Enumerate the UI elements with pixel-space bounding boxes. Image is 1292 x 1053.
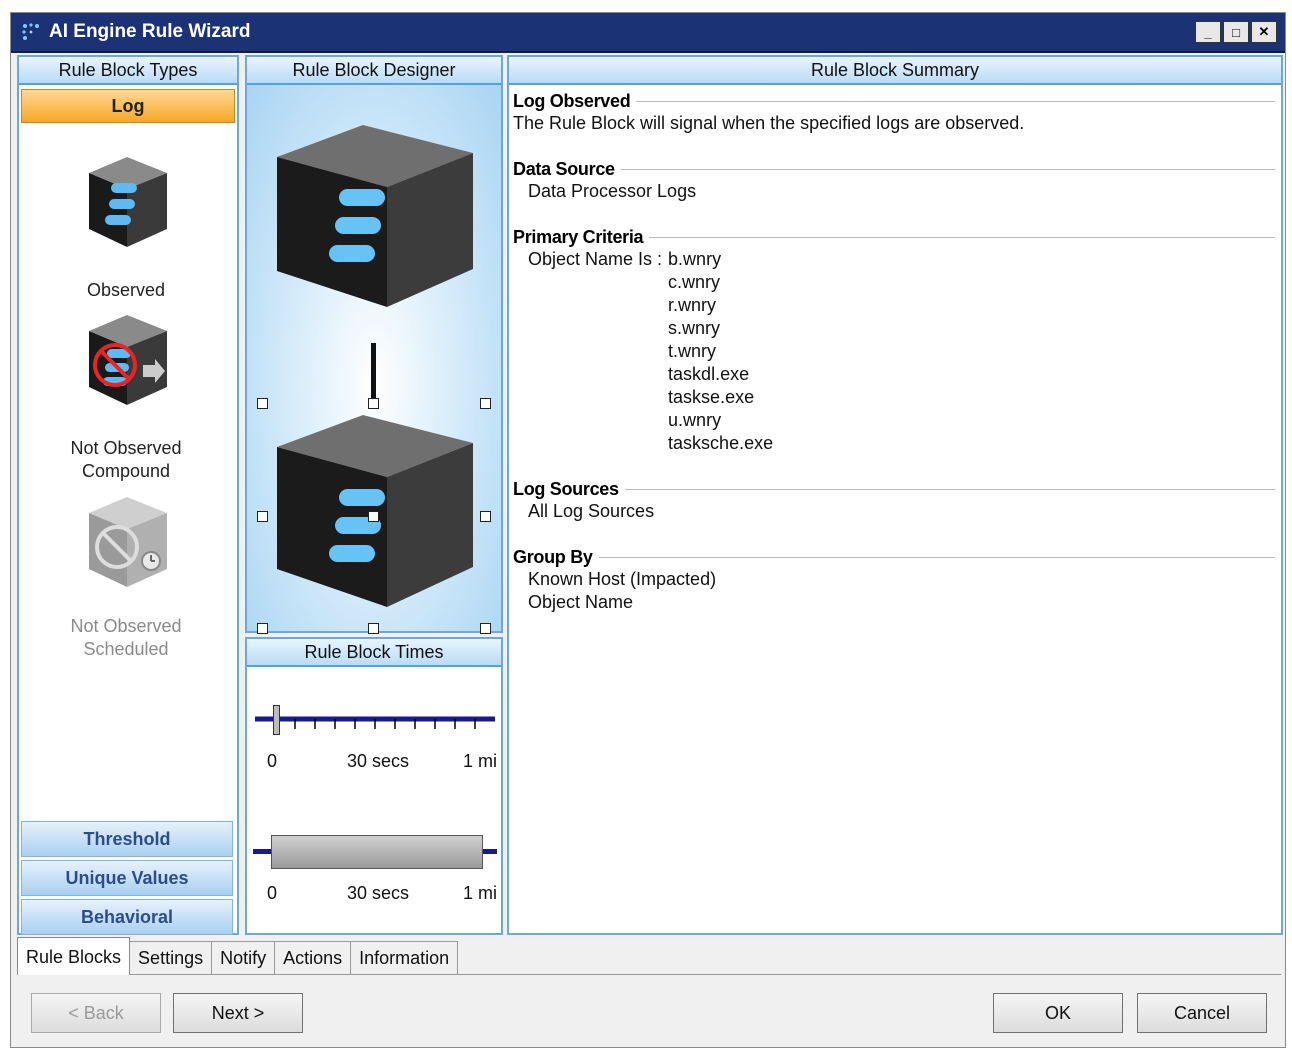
selection-handle-bottom-right[interactable] [480, 623, 491, 634]
rule-block-designer-panel: Rule Block Designer [245, 55, 503, 634]
criteria-value: taskse.exe [668, 387, 755, 407]
rule-block-types-header: Rule Block Types [19, 57, 237, 85]
criteria-value: s.wnry [668, 318, 721, 338]
rule-block-summary-header: Rule Block Summary [509, 57, 1281, 85]
summary-log-observed: Log Observed The Rule Block will signal … [513, 91, 1275, 135]
summary-group-by: Group By Known Host (Impacted) Object Na… [513, 547, 1275, 614]
type-not-observed-compound-label[interactable]: Not Observed Compound [19, 437, 233, 483]
selection-handle-top-right[interactable] [480, 398, 491, 409]
summary-primary-criteria: Primary Criteria Object Name Is : b.wnry… [513, 227, 1275, 455]
designer-top-rule-block-icon[interactable] [261, 113, 487, 323]
next-button[interactable]: Next > [173, 993, 303, 1033]
selection-handle-top-left[interactable] [257, 398, 268, 409]
slider1-label-min: 0 [267, 751, 278, 771]
designer-connector-line [371, 343, 376, 405]
tab-notify[interactable]: Notify [211, 941, 276, 975]
selection-handle-mid-left[interactable] [257, 511, 268, 522]
selection-handle-mid-center[interactable] [368, 511, 379, 522]
category-log-button[interactable]: Log [21, 89, 235, 123]
log-not-observed-scheduled-cube-icon [89, 497, 167, 587]
criteria-value: tasksche.exe [668, 433, 774, 453]
title-bar[interactable]: AI Engine Rule Wizard _ □ ✕ [11, 13, 1285, 53]
data-source-text: Data Processor Logs [528, 181, 697, 201]
selection-handle-bottom-center[interactable] [368, 623, 379, 634]
group-by-heading: Group By [513, 547, 593, 567]
category-threshold-button[interactable]: Threshold [21, 821, 233, 857]
category-unique-values-button[interactable]: Unique Values [21, 860, 233, 896]
maximize-button[interactable]: □ [1223, 21, 1249, 43]
rule-block-types-panel: Rule Block Types Log Observed Not Observ… [17, 55, 239, 935]
log-observed-text: The Rule Block will signal when the spec… [513, 113, 1025, 133]
rule-block-times-panel: Rule Block Times 0 30 secs 1 mi 0 30 sec… [245, 637, 503, 935]
time-slider-single-thumb[interactable] [273, 705, 280, 735]
ok-button[interactable]: OK [993, 993, 1123, 1033]
log-observed-cube-icon[interactable] [69, 143, 185, 259]
designer-canvas[interactable] [247, 85, 501, 634]
type-not-observed-scheduled-label: Not Observed Scheduled [70, 616, 182, 659]
rule-block-times-header: Rule Block Times [247, 639, 501, 667]
tab-settings[interactable]: Settings [129, 941, 213, 975]
primary-criteria-label: Object Name Is : [528, 249, 663, 269]
wizard-tabs: Rule Blocks Settings Notify Actions Info… [17, 935, 459, 975]
window-title: AI Engine Rule Wizard [49, 21, 251, 42]
criteria-value: u.wnry [668, 410, 722, 430]
primary-criteria-heading: Primary Criteria [513, 227, 644, 247]
slider1-label-mid: 30 secs [347, 751, 410, 771]
data-source-heading: Data Source [513, 159, 615, 179]
criteria-value: r.wnry [668, 295, 717, 315]
criteria-value: t.wnry [668, 341, 717, 361]
slider2-label-max: 1 mi [463, 883, 498, 903]
cancel-button[interactable]: Cancel [1137, 993, 1267, 1033]
rule-block-summary-panel: Rule Block Summary Log Observed The Rule… [507, 55, 1283, 935]
close-button[interactable]: ✕ [1251, 21, 1277, 43]
category-behavioral-button[interactable]: Behavioral [21, 899, 233, 935]
slider2-label-min: 0 [267, 883, 278, 903]
app-logo-icon [22, 23, 39, 40]
slider1-label-max: 1 mi [463, 751, 498, 771]
summary-log-sources: Log Sources All Log Sources [513, 479, 1275, 523]
tab-information[interactable]: Information [350, 941, 459, 975]
selection-handle-top-center[interactable] [368, 398, 379, 409]
rule-block-designer-header: Rule Block Designer [247, 57, 501, 85]
slider2-label-mid: 30 secs [347, 883, 410, 903]
group-by-value: Known Host (Impacted) [528, 569, 717, 589]
tab-actions[interactable]: Actions [274, 941, 352, 975]
criteria-value: b.wnry [668, 249, 722, 269]
back-button[interactable]: < Back [31, 993, 161, 1033]
tab-rule-blocks[interactable]: Rule Blocks [17, 937, 131, 975]
log-not-observed-compound-cube-icon[interactable] [69, 301, 185, 417]
minimize-button[interactable]: _ [1195, 21, 1221, 43]
tab-strip-baseline [17, 974, 1281, 975]
criteria-value: taskdl.exe [668, 364, 750, 384]
summary-data-source: Data Source Data Processor Logs [513, 159, 1275, 203]
selection-handle-mid-right[interactable] [480, 511, 491, 522]
wizard-window: AI Engine Rule Wizard _ □ ✕ Rule Block T… [10, 12, 1286, 1048]
time-slider-range-thumb[interactable] [271, 835, 483, 869]
selection-handle-bottom-left[interactable] [257, 623, 268, 634]
log-sources-heading: Log Sources [513, 479, 619, 499]
time-slider-single[interactable] [253, 671, 497, 731]
log-sources-text: All Log Sources [528, 501, 655, 521]
group-by-value: Object Name [528, 592, 634, 612]
log-observed-heading: Log Observed [513, 91, 631, 111]
criteria-value: c.wnry [668, 272, 721, 292]
type-observed-label[interactable]: Observed [19, 279, 233, 302]
